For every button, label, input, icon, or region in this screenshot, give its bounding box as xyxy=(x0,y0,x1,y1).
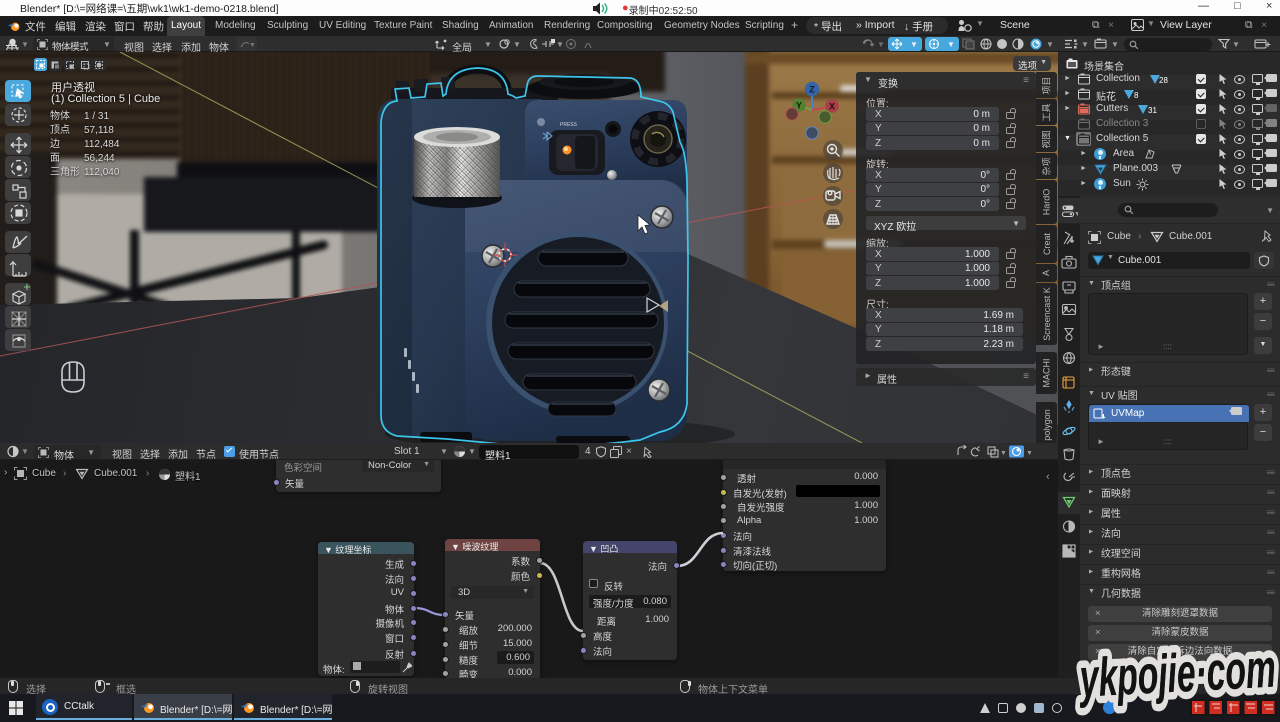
svg-text:ykpojie·com: ykpojie·com xyxy=(1076,639,1277,709)
svg-text:▼: ▼ xyxy=(1232,40,1240,49)
svg-text:▼: ▼ xyxy=(513,40,521,49)
svg-text:▼: ▼ xyxy=(1046,40,1054,49)
svg-text:PRESS: PRESS xyxy=(560,122,578,128)
svg-text:▼: ▼ xyxy=(1000,450,1007,457)
svg-text:▼: ▼ xyxy=(877,40,884,49)
svg-text:Z: Z xyxy=(809,85,815,95)
svg-text:▼: ▼ xyxy=(556,40,562,49)
svg-text:▼: ▼ xyxy=(1081,40,1089,49)
svg-text:Y: Y xyxy=(796,101,802,111)
svg-text:▼: ▼ xyxy=(1111,40,1119,49)
svg-text:▼: ▼ xyxy=(1026,450,1033,457)
svg-text:▼: ▼ xyxy=(1074,211,1078,218)
svg-text:▼: ▼ xyxy=(249,42,254,49)
svg-text:X: X xyxy=(829,102,835,112)
